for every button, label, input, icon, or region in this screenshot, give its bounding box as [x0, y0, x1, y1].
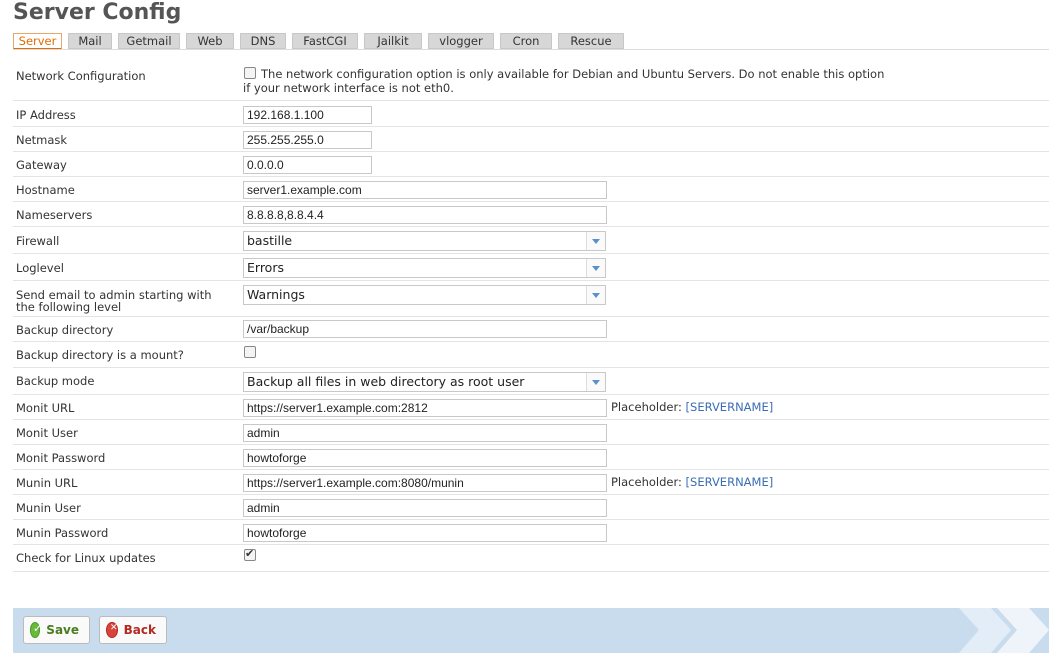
gateway-input[interactable]: 0.0.0.0 — [243, 156, 372, 174]
form-row-admin-mail-level: Send email to admin starting with the fo… — [13, 281, 1049, 317]
hostname-input[interactable]: server1.example.com — [243, 181, 607, 199]
backup-is-mount-checkbox[interactable] — [244, 346, 256, 358]
field-label: Munin User — [16, 501, 81, 515]
placeholder-servername-link[interactable]: [SERVERNAME] — [686, 475, 774, 489]
field-label: Backup directory is a mount? — [16, 348, 184, 362]
form-row-ip-address: IP Address 192.168.1.100 — [13, 102, 1049, 127]
field-label: Monit URL — [16, 401, 75, 415]
placeholder-servername-link[interactable]: [SERVERNAME] — [686, 400, 774, 414]
tab-vlogger[interactable]: vlogger — [428, 33, 494, 49]
field-label: Monit User — [16, 426, 78, 440]
form-row-backup-is-mount: Backup directory is a mount? — [13, 342, 1049, 368]
form-row-munin-user: Munin User admin — [13, 495, 1049, 520]
form-footer: Save Back — [13, 608, 1049, 653]
form-row-monit-user: Monit User admin — [13, 420, 1049, 445]
network-configuration-note: The network configuration option is only… — [261, 67, 885, 81]
back-button-label: Back — [123, 623, 156, 637]
back-button[interactable]: Back — [99, 616, 167, 644]
form-row-backup-directory: Backup directory /var/backup — [13, 317, 1049, 342]
field-label: IP Address — [16, 108, 76, 122]
field-label-2: the following level — [16, 300, 122, 314]
monit-url-input[interactable]: https://server1.example.com:2812 — [243, 399, 607, 417]
field-label: Backup mode — [16, 374, 95, 388]
form-row-gateway: Gateway 0.0.0.0 — [13, 152, 1049, 177]
ip-address-input[interactable]: 192.168.1.100 — [243, 106, 372, 124]
admin-mail-level-select[interactable]: Warnings — [243, 285, 606, 305]
form-row-backup-mode: Backup mode Backup all files in web dire… — [13, 368, 1049, 395]
x-circle-icon — [106, 622, 118, 638]
tab-mail[interactable]: Mail — [68, 33, 112, 49]
network-configuration-note-2: if your network interface is not eth0. — [243, 81, 454, 95]
form-row-network-configuration: Network Configuration The network config… — [13, 60, 1049, 101]
form-row-munin-password: Munin Password howtoforge — [13, 520, 1049, 545]
loglevel-select-value: Errors — [247, 260, 284, 275]
munin-password-input[interactable]: howtoforge — [243, 524, 607, 542]
form-row-monit-password: Monit Password howtoforge — [13, 445, 1049, 470]
form-row-hostname: Hostname server1.example.com — [13, 177, 1049, 202]
monit-password-input[interactable]: howtoforge — [243, 449, 607, 467]
monit-url-placeholder-hint: Placeholder: [SERVERNAME] — [611, 400, 773, 414]
field-label: Backup directory — [16, 323, 114, 337]
chevron-down-icon[interactable] — [586, 286, 605, 304]
chevron-down-icon[interactable] — [586, 232, 605, 250]
form-row-netmask: Netmask 255.255.255.0 — [13, 127, 1049, 152]
tab-jailkit[interactable]: Jailkit — [364, 33, 422, 49]
field-label: Hostname — [16, 183, 75, 197]
firewall-select[interactable]: bastille — [243, 231, 606, 251]
field-label: Monit Password — [16, 451, 106, 465]
field-label: Network Configuration — [16, 69, 146, 83]
linux-updates-checkbox[interactable] — [244, 547, 256, 561]
nameservers-input[interactable]: 8.8.8.8,8.8.4.4 — [243, 206, 607, 224]
placeholder-label: Placeholder: — [611, 475, 682, 489]
field-label: Check for Linux updates — [16, 551, 156, 565]
form-row-firewall: Firewall bastille — [13, 227, 1049, 254]
field-label: Munin Password — [16, 526, 109, 540]
field-label: Loglevel — [16, 261, 64, 275]
field-label: Firewall — [16, 234, 60, 248]
netmask-input[interactable]: 255.255.255.0 — [243, 131, 372, 149]
save-button-label: Save — [46, 623, 79, 637]
tab-getmail[interactable]: Getmail — [118, 33, 180, 49]
check-circle-icon — [30, 622, 43, 638]
backup-mode-select-value: Backup all files in web directory as roo… — [247, 374, 525, 389]
monit-user-input[interactable]: admin — [243, 424, 607, 442]
munin-url-placeholder-hint: Placeholder: [SERVERNAME] — [611, 475, 773, 489]
loglevel-select[interactable]: Errors — [243, 258, 606, 278]
admin-mail-level-select-value: Warnings — [247, 287, 305, 302]
field-label: Gateway — [16, 158, 67, 172]
form-row-linux-updates: Check for Linux updates — [13, 545, 1049, 572]
munin-user-input[interactable]: admin — [243, 499, 607, 517]
munin-url-input[interactable]: https://server1.example.com:8080/munin — [243, 474, 607, 492]
tab-bar: Server Mail Getmail Web DNS FastCGI Jail… — [13, 33, 630, 50]
backup-mode-select[interactable]: Backup all files in web directory as roo… — [243, 372, 606, 392]
firewall-select-value: bastille — [247, 233, 293, 248]
network-configuration-checkbox[interactable] — [244, 67, 256, 79]
field-label: Munin URL — [16, 476, 78, 490]
tab-cron[interactable]: Cron — [500, 33, 552, 49]
field-label: Netmask — [16, 133, 68, 147]
form-row-munin-url: Munin URL https://server1.example.com:80… — [13, 470, 1049, 495]
placeholder-label: Placeholder: — [611, 400, 682, 414]
tab-rescue[interactable]: Rescue — [558, 33, 624, 49]
form-row-monit-url: Monit URL https://server1.example.com:28… — [13, 395, 1049, 420]
tab-dns[interactable]: DNS — [240, 33, 286, 49]
tab-divider — [13, 49, 1049, 50]
backup-directory-input[interactable]: /var/backup — [243, 320, 607, 338]
double-chevron-icon — [959, 608, 1049, 653]
page-title: Server Config — [13, 0, 182, 25]
tab-server[interactable]: Server — [13, 33, 62, 50]
save-button[interactable]: Save — [23, 616, 90, 644]
form-row-loglevel: Loglevel Errors — [13, 254, 1049, 281]
tab-fastcgi[interactable]: FastCGI — [292, 33, 358, 49]
tab-web[interactable]: Web — [186, 33, 234, 49]
form-row-nameservers: Nameservers 8.8.8.8,8.8.4.4 — [13, 202, 1049, 227]
chevron-down-icon[interactable] — [586, 259, 605, 277]
field-label: Nameservers — [16, 208, 93, 222]
chevron-down-icon[interactable] — [586, 373, 605, 391]
